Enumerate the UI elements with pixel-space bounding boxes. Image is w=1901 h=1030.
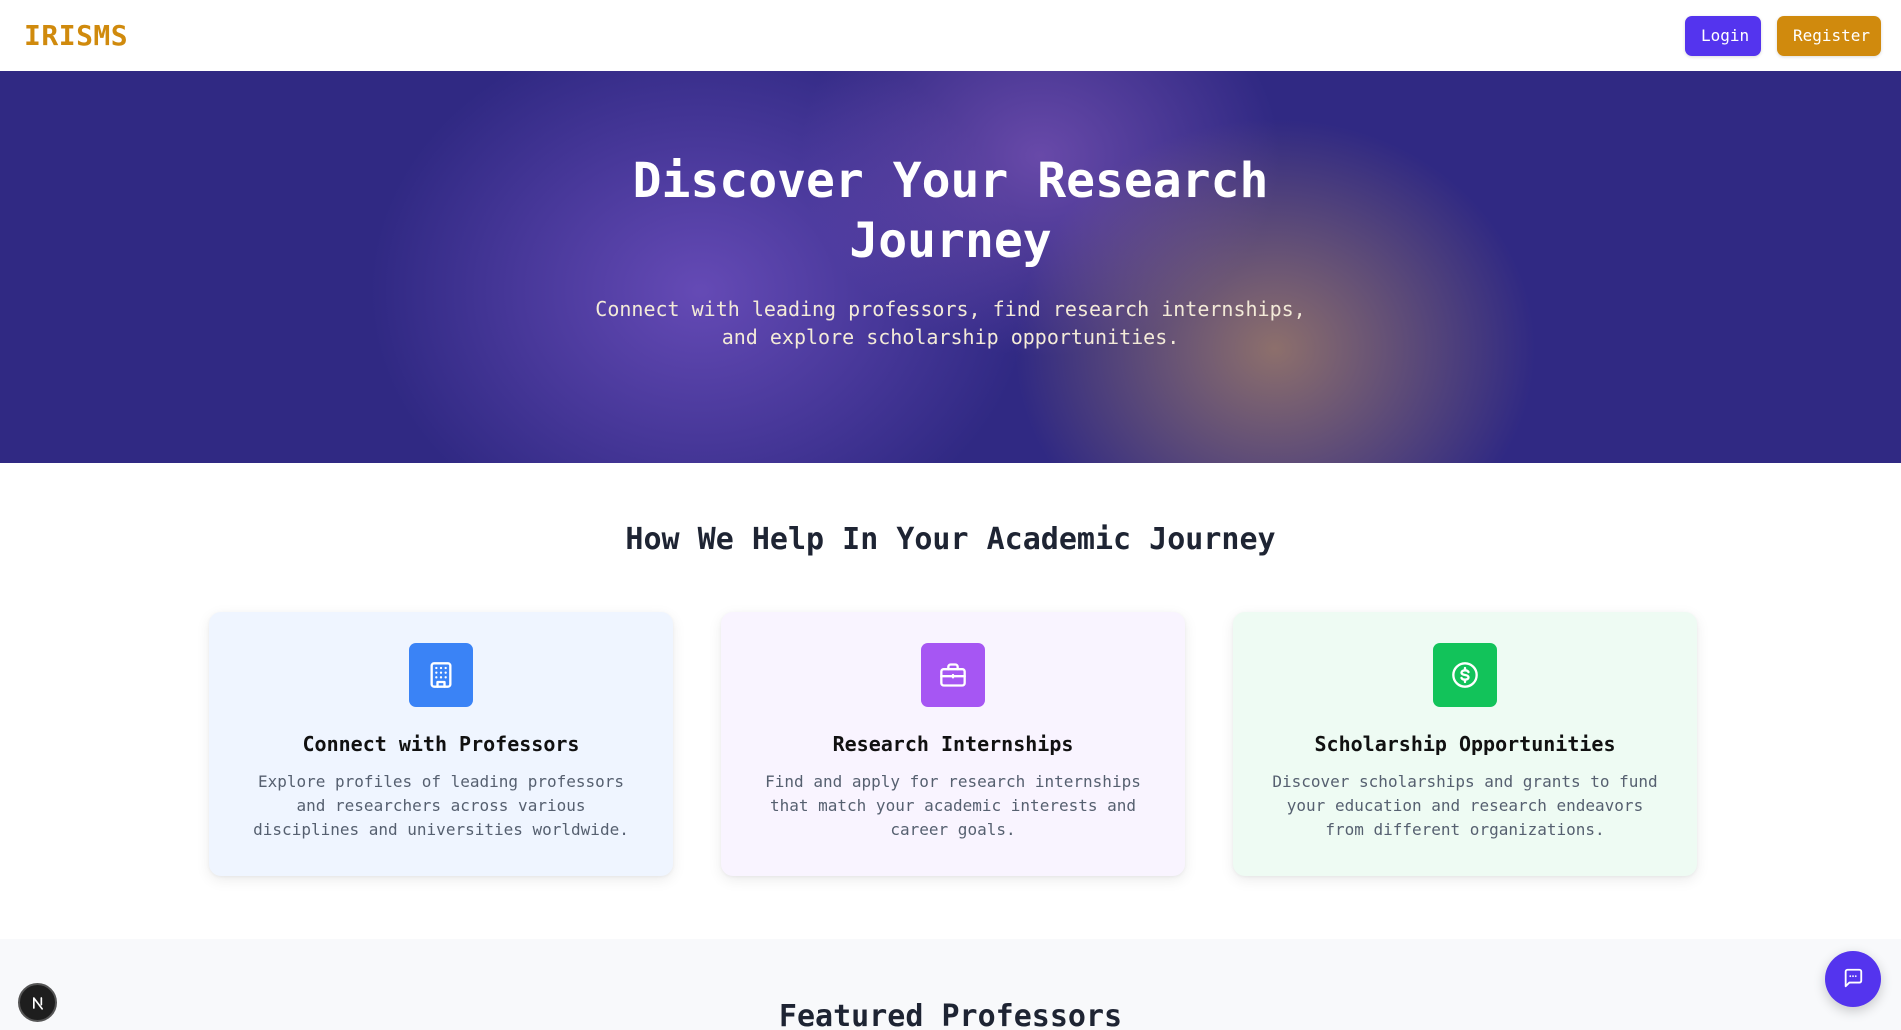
card-title: Research Internships <box>832 732 1074 756</box>
features-title: How We Help In Your Academic Journey <box>625 522 1276 557</box>
hero-title: Discover Your Research Journey <box>632 153 1269 269</box>
briefcase-icon <box>921 643 985 707</box>
card-description: Discover scholarships and grants to fund… <box>1272 772 1658 839</box>
nextjs-icon[interactable] <box>18 983 57 1022</box>
featured-professors-section: Featured Professors <box>0 939 1901 1030</box>
dollar-icon <box>1433 643 1497 707</box>
chat-icon <box>1842 967 1864 992</box>
feature-card-professors: Connect with Professors Explore profiles… <box>209 612 673 876</box>
hero-subtitle: Connect with leading professors, find re… <box>595 297 1306 349</box>
site-header: IRISMS Login Register <box>0 0 1901 71</box>
featured-title: Featured Professors <box>778 999 1123 1030</box>
card-title: Scholarship Opportunities <box>1314 732 1616 756</box>
auth-buttons: Login Register <box>1685 15 1881 56</box>
register-button[interactable]: Register <box>1777 15 1881 56</box>
feature-card-scholarships: Scholarship Opportunities Discover schol… <box>1233 612 1697 876</box>
card-description: Explore profiles of leading professors a… <box>253 772 629 839</box>
building-icon <box>409 643 473 707</box>
card-description: Find and apply for research internships … <box>765 772 1141 839</box>
chat-button[interactable] <box>1825 951 1881 1007</box>
login-button[interactable]: Login <box>1685 15 1761 56</box>
logo[interactable]: IRISMS <box>24 19 128 52</box>
feature-card-internships: Research Internships Find and apply for … <box>721 612 1185 876</box>
card-title: Connect with Professors <box>302 732 580 756</box>
hero-section: Discover Your Research Journey Connect w… <box>0 71 1901 463</box>
